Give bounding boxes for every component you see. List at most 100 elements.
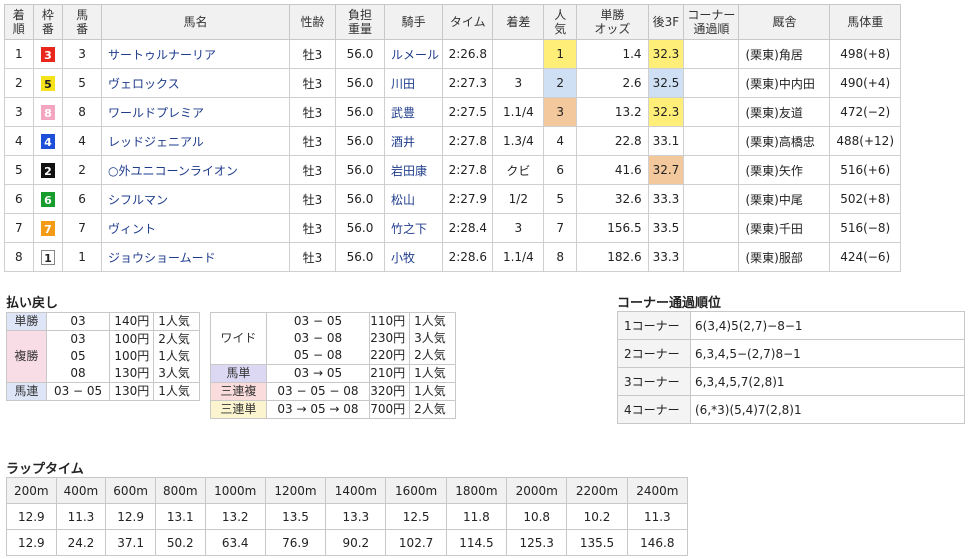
- header-name[interactable]: 馬名: [101, 4, 291, 40]
- header-rank[interactable]: 着 順: [4, 4, 34, 40]
- jockey-name-text[interactable]: 岩田康: [391, 164, 427, 178]
- odds-cell: 32.6: [576, 184, 649, 214]
- header-umaban[interactable]: 馬 番: [62, 4, 103, 40]
- jockey-name-text[interactable]: 松山: [391, 193, 415, 207]
- horse-name-text[interactable]: ○外ユニコーンライオン: [108, 164, 238, 178]
- odds-cell: 182.6: [576, 242, 649, 272]
- header-margin[interactable]: 着差: [492, 4, 545, 40]
- jockey-name-text[interactable]: 武豊: [391, 106, 415, 120]
- rank-cell: 1: [4, 39, 34, 69]
- corner-row: 1コーナー 6(3,4)5(2,7)−8−1: [617, 311, 965, 340]
- payout-row: ワイド 03 − 05 03 − 08 05 − 08 110円 230円 220円 1人気 3…: [210, 312, 456, 365]
- jockey-name-text[interactable]: 川田: [391, 77, 415, 91]
- jockey-link[interactable]: 松山: [384, 184, 444, 214]
- horse-name-link[interactable]: ジョウショームード: [101, 242, 291, 272]
- odds-cell: 13.2: [576, 97, 649, 127]
- lap-split: 12.9: [6, 503, 57, 530]
- popularity-cell: 4: [543, 126, 578, 156]
- jockey-link[interactable]: 川田: [384, 68, 444, 98]
- lap-cumulative: 37.1: [105, 529, 156, 556]
- payout-yen-line: 130円: [114, 366, 150, 380]
- horse-name-link[interactable]: ○外ユニコーンライオン: [101, 155, 291, 185]
- header-waku[interactable]: 枠 番: [32, 4, 64, 40]
- last3f-cell: 32.3: [647, 39, 685, 69]
- header-corner[interactable]: コーナー 通過順: [683, 4, 740, 40]
- margin-cell: 3: [492, 68, 545, 98]
- lap-cumulative: 90.2: [325, 529, 387, 556]
- header-stable[interactable]: 厩舎: [738, 4, 831, 40]
- weight-carried-cell: 56.0: [334, 39, 386, 69]
- horse-name-link[interactable]: ワールドプレミア: [101, 97, 291, 127]
- jockey-link[interactable]: 武豊: [384, 97, 444, 127]
- horse-name-text[interactable]: サートゥルナーリア: [108, 48, 216, 62]
- horse-name-link[interactable]: サートゥルナーリア: [101, 39, 291, 69]
- jockey-name-text[interactable]: ルメール: [391, 48, 439, 62]
- horse-name-text[interactable]: ヴィント: [108, 222, 156, 236]
- payout-row: 馬連 03 − 05 130円 1人気: [6, 382, 200, 401]
- header-jockey[interactable]: 騎手: [384, 4, 444, 40]
- rank-cell: 6: [4, 184, 34, 214]
- waku-cell: 5: [32, 68, 64, 98]
- horse-name-text[interactable]: ジョウショームード: [108, 251, 216, 265]
- body-weight-cell: 516(−8): [829, 213, 901, 243]
- jockey-name-text[interactable]: 小牧: [391, 251, 415, 265]
- corner-row: 2コーナー 6,3,4,5−(2,7)8−1: [617, 339, 965, 368]
- results-table: 着 順 枠 番 馬 番 馬名 性齢 負担 重量 騎手 タイム 着差 人 気 単勝…: [4, 4, 901, 272]
- jockey-link[interactable]: 酒井: [384, 126, 444, 156]
- header-popularity[interactable]: 人 気: [543, 4, 578, 40]
- header-time[interactable]: タイム: [442, 4, 494, 40]
- jockey-name-text[interactable]: 酒井: [391, 135, 415, 149]
- payout-pop-line: 1人気: [158, 384, 190, 398]
- rank-cell: 2: [4, 68, 34, 98]
- rank-cell: 7: [4, 213, 34, 243]
- corner-order-title: コーナー通過順位: [617, 296, 722, 311]
- waku-badge: 3: [40, 46, 55, 62]
- header-odds[interactable]: 単勝 オッズ: [576, 4, 649, 40]
- horse-name-text[interactable]: シフルマン: [108, 193, 168, 207]
- umaban-cell: 2: [62, 155, 103, 185]
- payout-pop-line: 1人気: [414, 366, 446, 380]
- payout-yen-line: 320円: [370, 384, 406, 398]
- header-weight-carried[interactable]: 負担 重量: [334, 4, 386, 40]
- horse-name-text[interactable]: レッドジェニアル: [108, 135, 204, 149]
- corner-label: 2コーナー: [617, 339, 691, 368]
- last3f-cell: 33.3: [647, 242, 685, 272]
- lap-split: 13.3: [325, 503, 387, 530]
- horse-name-link[interactable]: ヴィント: [101, 213, 291, 243]
- horse-name-link[interactable]: レッドジェニアル: [101, 126, 291, 156]
- horse-name-text[interactable]: ヴェロックス: [108, 77, 180, 91]
- margin-cell: 1.1/4: [492, 97, 545, 127]
- time-cell: 2:27.9: [442, 184, 494, 214]
- horse-name-link[interactable]: シフルマン: [101, 184, 291, 214]
- umaban-cell: 5: [62, 68, 103, 98]
- jockey-link[interactable]: ルメール: [384, 39, 444, 69]
- sexage-cell: 牡3: [289, 39, 336, 69]
- horse-name-text[interactable]: ワールドプレミア: [108, 106, 204, 120]
- payout-pop-line: 2人気: [158, 332, 190, 346]
- stable-cell: (栗東)友道: [738, 97, 831, 127]
- payout-yen: 140円: [109, 312, 155, 331]
- margin-cell: クビ: [492, 155, 545, 185]
- payout-nums: 03 − 05 03 − 08 05 − 08: [265, 312, 371, 365]
- waku-cell: 1: [32, 242, 64, 272]
- popularity-cell: 5: [543, 184, 578, 214]
- header-sexage[interactable]: 性齢: [289, 4, 336, 40]
- jockey-link[interactable]: 岩田康: [384, 155, 444, 185]
- lap-cumulative: 12.9: [6, 529, 57, 556]
- jockey-link[interactable]: 竹之下: [384, 213, 444, 243]
- table-row: 1 3 3 サートゥルナーリア 牡3 56.0 ルメール 2:26.8 1 1.4 32.3 (栗東)…: [4, 39, 901, 69]
- margin-cell: 1.3/4: [492, 126, 545, 156]
- header-last3f[interactable]: 後3F: [647, 4, 685, 40]
- payout-yen: 100円 100円 130円: [109, 330, 155, 383]
- jockey-name-text[interactable]: 竹之下: [391, 222, 427, 236]
- payout-yen: 110円 230円 220円: [369, 312, 411, 365]
- horse-name-link[interactable]: ヴェロックス: [101, 68, 291, 98]
- header-body-weight[interactable]: 馬体重: [829, 4, 901, 40]
- payout-nums: 03 − 05: [45, 382, 111, 401]
- lap-cumulative: 50.2: [154, 529, 206, 556]
- payout-pop: 1人気: [153, 382, 200, 401]
- jockey-link[interactable]: 小牧: [384, 242, 444, 272]
- payout-row: 三連単 03 → 05 → 08 700円 2人気: [210, 400, 456, 419]
- payout-label: 三連複: [210, 382, 267, 401]
- table-row: 2 5 5 ヴェロックス 牡3 56.0 川田 2:27.3 3 2 2.6 32.5 (栗東)中内田 4…: [4, 68, 901, 98]
